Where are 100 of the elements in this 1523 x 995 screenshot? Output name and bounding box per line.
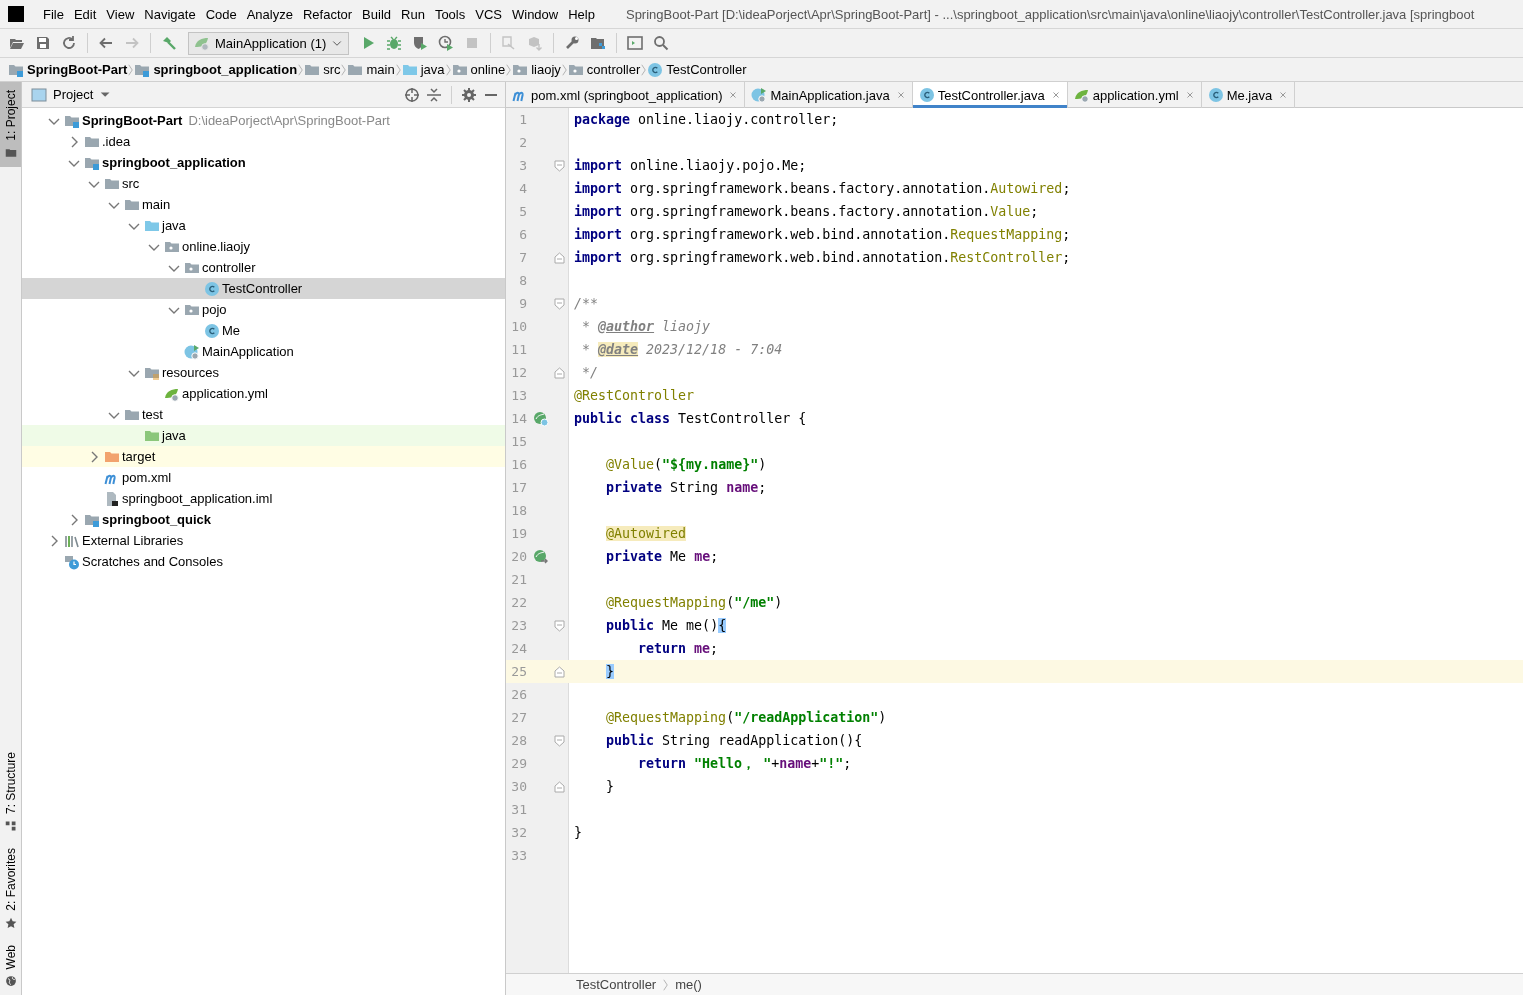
fold-end-marker-icon[interactable] bbox=[554, 251, 565, 264]
hammer-icon[interactable] bbox=[161, 35, 177, 51]
bean-icon[interactable] bbox=[533, 410, 549, 427]
tree-row[interactable]: springboot_application.iml bbox=[22, 488, 505, 509]
tree-row[interactable]: java bbox=[22, 215, 505, 236]
fold-end-marker-icon[interactable] bbox=[554, 366, 565, 379]
save-icon[interactable] bbox=[35, 35, 51, 51]
breadcrumb-item[interactable]: me() bbox=[675, 977, 702, 992]
tree-row[interactable]: pojo bbox=[22, 299, 505, 320]
module-file-icon bbox=[104, 490, 120, 507]
tree-label: pom.xml bbox=[122, 470, 172, 485]
breadcrumb-label[interactable]: SpringBoot-Part bbox=[27, 62, 128, 77]
menu-item[interactable]: Refactor bbox=[297, 6, 358, 22]
line-number: 30 bbox=[510, 779, 527, 794]
chevron-icon bbox=[297, 62, 305, 77]
tree-row[interactable]: Me bbox=[22, 320, 505, 341]
line-number: 12 bbox=[510, 365, 527, 380]
tree-label: resources bbox=[162, 365, 220, 380]
bean-link-icon[interactable] bbox=[533, 548, 549, 565]
tool-window-button[interactable]: 2: Favorites bbox=[0, 839, 21, 937]
code-line: @RequestMapping("/readApplication") bbox=[605, 710, 887, 725]
menu-item[interactable]: Edit bbox=[68, 6, 102, 22]
search-icon[interactable] bbox=[653, 35, 670, 51]
line-number: 13 bbox=[510, 388, 527, 403]
code-line: return "Hello， "+name+"!"; bbox=[637, 754, 852, 773]
tool-window-button[interactable]: Web bbox=[0, 936, 21, 995]
fold-marker-icon[interactable] bbox=[554, 297, 565, 310]
menu-item[interactable]: File bbox=[38, 6, 69, 22]
line-number: 3 bbox=[518, 158, 527, 173]
breadcrumb-label[interactable]: springboot_application bbox=[153, 62, 298, 77]
back-arrow-icon[interactable] bbox=[98, 35, 114, 51]
tool-window-button[interactable]: 1: Project bbox=[0, 82, 21, 167]
bug-icon[interactable] bbox=[386, 35, 403, 51]
menu-item[interactable]: Code bbox=[200, 6, 242, 22]
tree-row[interactable]: application.yml bbox=[22, 383, 505, 404]
line-number: 7 bbox=[518, 250, 527, 265]
clock-run-icon[interactable] bbox=[438, 35, 455, 51]
tree-row[interactable]: MainApplication bbox=[22, 341, 505, 362]
refresh-icon[interactable] bbox=[61, 35, 77, 51]
tree-row[interactable]: test bbox=[22, 404, 505, 425]
tool-window-button[interactable]: 7: Structure bbox=[0, 743, 21, 840]
settings-icon[interactable] bbox=[461, 86, 477, 103]
line-number: 33 bbox=[510, 848, 527, 863]
tree-row[interactable]: controller bbox=[22, 257, 505, 278]
menu-item[interactable]: Navigate bbox=[139, 6, 201, 22]
tree-row[interactable]: java bbox=[22, 425, 505, 446]
breadcrumb-label[interactable]: liaojy bbox=[531, 62, 561, 77]
tree-row[interactable]: External Libraries bbox=[22, 530, 505, 551]
tree-row[interactable]: target bbox=[22, 446, 505, 467]
tree-label: test bbox=[142, 407, 163, 422]
tree-row[interactable]: main bbox=[22, 194, 505, 215]
tree-row[interactable]: src bbox=[22, 173, 505, 194]
tree-row[interactable]: SpringBoot-Part D:\ideaPorject\Apr\SpringBoot-Part bbox=[22, 110, 505, 131]
breadcrumb-label[interactable]: TestController bbox=[666, 62, 747, 77]
close-icon[interactable] bbox=[1184, 90, 1195, 100]
menu-item[interactable]: Run bbox=[396, 6, 430, 22]
fold-marker-icon[interactable] bbox=[554, 159, 565, 172]
breadcrumb-label[interactable]: main bbox=[366, 62, 395, 77]
panel-icon bbox=[31, 86, 47, 103]
menu-item[interactable]: VCS bbox=[470, 6, 507, 22]
menu-item[interactable]: Analyze bbox=[241, 6, 298, 22]
tree-row[interactable]: springboot_application bbox=[22, 152, 505, 173]
close-icon[interactable] bbox=[1050, 90, 1061, 100]
tree-row[interactable]: springboot_quick bbox=[22, 509, 505, 530]
menu-item[interactable]: View bbox=[101, 6, 140, 22]
breadcrumb-item[interactable]: TestController bbox=[576, 977, 657, 992]
menu-item[interactable]: Help bbox=[563, 6, 600, 22]
wrench-icon[interactable] bbox=[564, 35, 581, 51]
line-number: 2 bbox=[518, 135, 527, 150]
breadcrumb-label[interactable]: controller bbox=[586, 62, 641, 77]
tree-row[interactable]: Scratches and Consoles bbox=[22, 551, 505, 572]
fold-end-marker-icon[interactable] bbox=[554, 780, 565, 793]
tree-row[interactable]: TestController bbox=[22, 278, 505, 299]
folder-grid-icon[interactable] bbox=[590, 35, 607, 51]
fold-marker-icon[interactable] bbox=[554, 619, 565, 632]
chevron-icon bbox=[640, 62, 648, 77]
menu-item[interactable]: Build bbox=[357, 6, 396, 22]
editor-tab[interactable]: TestController.java bbox=[912, 82, 1068, 108]
window-run-icon[interactable] bbox=[627, 35, 644, 51]
close-icon[interactable] bbox=[1278, 90, 1289, 100]
breadcrumb-label[interactable]: src bbox=[323, 62, 341, 77]
menu-item[interactable]: Window bbox=[506, 6, 564, 22]
tree-row[interactable]: pom.xml bbox=[22, 467, 505, 488]
fold-end-marker-icon[interactable] bbox=[554, 665, 565, 678]
collapse-icon[interactable] bbox=[426, 86, 442, 103]
tree-row[interactable]: online.liaojy bbox=[22, 236, 505, 257]
breadcrumb-label[interactable]: java bbox=[420, 62, 445, 77]
breadcrumb-label[interactable]: online bbox=[470, 62, 506, 77]
tree-label: .idea bbox=[102, 134, 131, 149]
panel-title[interactable]: Project bbox=[53, 87, 94, 102]
locate-icon[interactable] bbox=[404, 86, 420, 103]
run-configuration-dropdown[interactable]: MainApplication (1) bbox=[188, 31, 350, 55]
tree-row[interactable]: .idea bbox=[22, 131, 505, 152]
close-icon[interactable] bbox=[728, 90, 739, 100]
close-icon[interactable] bbox=[895, 90, 906, 100]
tree-label: springboot_quick bbox=[102, 512, 212, 527]
shield-run-icon[interactable] bbox=[412, 35, 429, 51]
menu-item[interactable]: Tools bbox=[429, 6, 471, 22]
fold-marker-icon[interactable] bbox=[554, 734, 565, 747]
tree-row[interactable]: resources bbox=[22, 362, 505, 383]
